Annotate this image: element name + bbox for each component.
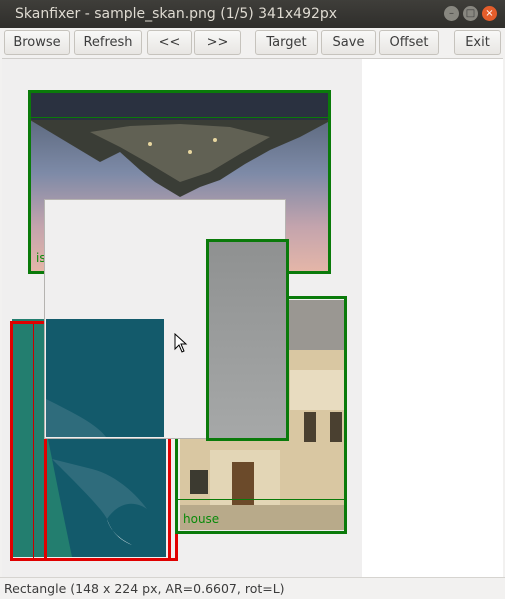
next-button[interactable]: >> (194, 30, 241, 55)
mouse-cursor-icon (174, 333, 188, 353)
exit-button[interactable]: Exit (454, 30, 501, 55)
previous-button[interactable]: << (147, 30, 192, 55)
target-button[interactable]: Target (255, 30, 318, 55)
active-guide-line (33, 324, 34, 558)
minimize-icon[interactable]: – (444, 6, 459, 21)
image-canvas[interactable]: is house (2, 58, 503, 577)
island-top-guide-line (31, 117, 328, 118)
title-bar: Skanfixer - sample_skan.png (1/5) 341x49… (0, 0, 505, 28)
dolphin-crop-preview (46, 319, 164, 437)
save-button[interactable]: Save (321, 30, 376, 55)
house-label: house (183, 512, 220, 526)
sky-selection-rectangle-front[interactable] (206, 239, 289, 441)
browse-button[interactable]: Browse (4, 30, 70, 55)
refresh-button[interactable]: Refresh (74, 30, 142, 55)
status-text: Rectangle (148 x 224 px, AR=0.6607, rot=… (4, 581, 285, 596)
close-icon[interactable]: × (482, 6, 497, 21)
window-title: Skanfixer - sample_skan.png (1/5) 341x49… (15, 6, 338, 22)
toolbar: Browse Refresh << >> Target Save Offset … (0, 28, 505, 58)
status-bar: Rectangle (148 x 224 px, AR=0.6607, rot=… (0, 577, 505, 599)
offset-button[interactable]: Offset (379, 30, 439, 55)
maximize-icon[interactable]: □ (463, 6, 478, 21)
house-guide-line (178, 499, 344, 500)
